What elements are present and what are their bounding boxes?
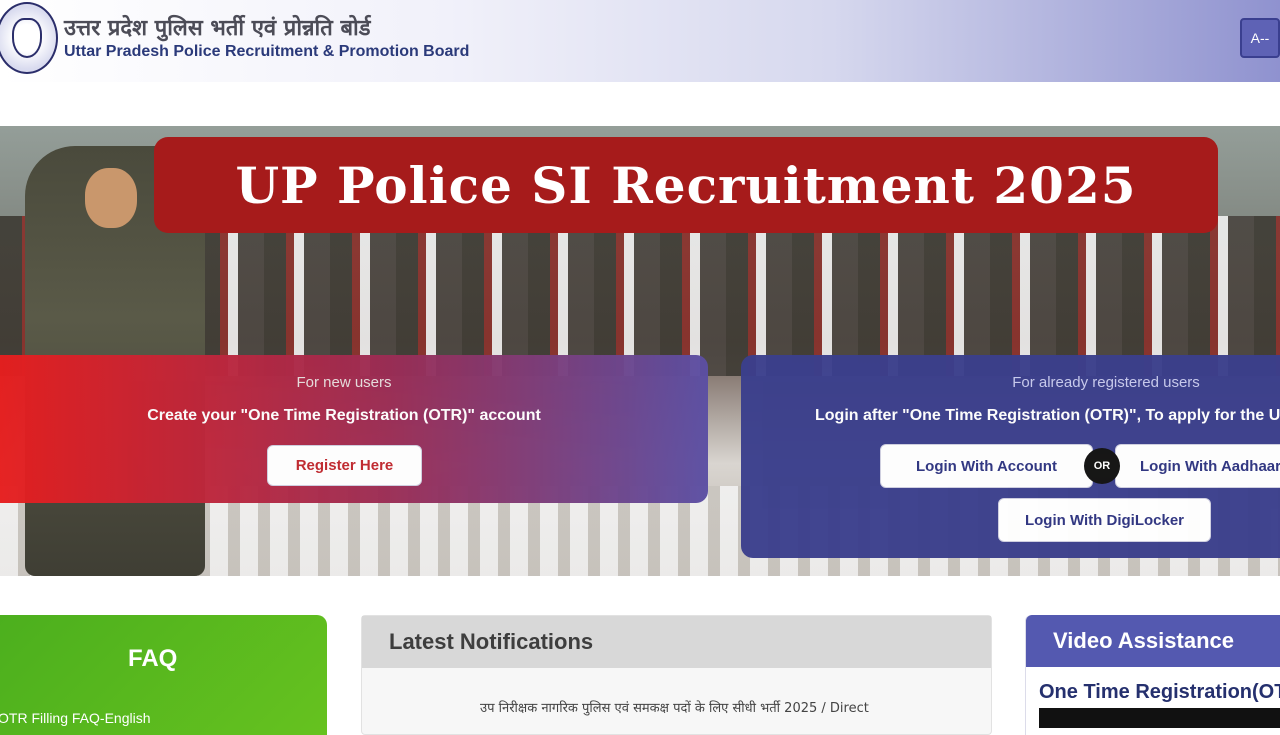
site-header: उत्तर प्रदेश पुलिस भर्ती एवं प्रोन्नति ब… (0, 0, 1280, 82)
login-account-button[interactable]: Login With Account (880, 444, 1093, 488)
officer-face (85, 168, 137, 228)
notifications-header: Latest Notifications (362, 616, 991, 668)
faq-title: FAQ (128, 645, 178, 672)
banner-title: UP Police SI Recruitment 2025 (235, 155, 1137, 215)
new-users-card: For new users Create your "One Time Regi… (0, 355, 708, 503)
notification-item-link[interactable]: उप निरीक्षक नागरिक पुलिस एवं समकक्ष पदों… (480, 698, 869, 716)
login-digilocker-button[interactable]: Login With DigiLocker (998, 498, 1211, 542)
site-title-hindi: उत्तर प्रदेश पुलिस भर्ती एवं प्रोन्नति ब… (64, 16, 371, 41)
video-otr-title[interactable]: One Time Registration(OTR) (1039, 681, 1280, 704)
video-assistance-title: Video Assistance (1053, 628, 1234, 653)
up-police-emblem-logo (0, 2, 58, 74)
register-button[interactable]: Register Here (267, 445, 422, 486)
new-users-message: Create your "One Time Registration (OTR)… (147, 407, 541, 424)
new-users-subtitle: For new users (296, 374, 392, 391)
registered-users-subtitle: For already registered users (1012, 374, 1200, 391)
video-player[interactable] (1039, 708, 1280, 728)
or-badge: OR (1084, 448, 1120, 484)
faq-panel: FAQ OTR Filling FAQ-English (0, 615, 327, 735)
notifications-panel: Latest Notifications उप निरीक्षक नागरिक … (361, 615, 992, 735)
emblem-shield-icon (12, 18, 42, 58)
video-assistance-header: Video Assistance (1026, 615, 1280, 667)
login-aadhaar-button[interactable]: Login With Aadhaar (1115, 444, 1280, 488)
recruitment-banner: UP Police SI Recruitment 2025 (154, 137, 1218, 233)
notifications-title: Latest Notifications (389, 629, 594, 654)
registered-users-message: Login after "One Time Registration (OTR)… (815, 407, 1280, 424)
decrease-font-button[interactable]: A-- (1240, 18, 1280, 58)
site-title-english: Uttar Pradesh Police Recruitment & Promo… (64, 43, 470, 60)
faq-link-english[interactable]: OTR Filling FAQ-English (0, 710, 150, 726)
registered-users-card: For already registered users Login after… (741, 355, 1280, 558)
video-assistance-panel: Video Assistance One Time Registration(O… (1025, 615, 1280, 735)
